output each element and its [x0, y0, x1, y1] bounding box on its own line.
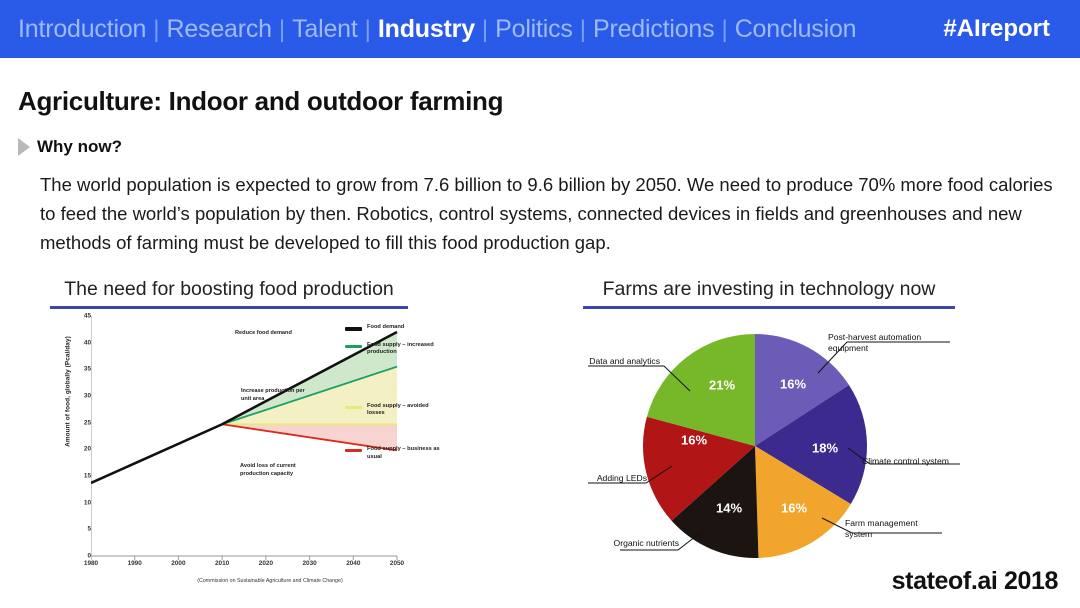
x-tick: 2040: [346, 560, 361, 567]
pie-label-adding-leds: Adding LEDs: [596, 473, 647, 483]
pie-value-climate-control: 18%: [811, 440, 839, 456]
y-tick: 15: [83, 472, 91, 480]
food-production-line-chart: Amount of food, globally (Pcal/day) 45 4…: [45, 312, 445, 591]
line-chart-legend: Food demand Food supply – increased prod…: [345, 324, 445, 471]
annotation-reduce-food-demand: Reduce food demand: [235, 330, 292, 336]
legend-item-increased-production: Food supply – increased production: [345, 342, 445, 357]
x-tick: 2000: [171, 560, 186, 567]
legend-swatch-icon: [345, 405, 362, 410]
pie-value-organic-nutrients: 14%: [715, 500, 743, 516]
y-tick: 10: [83, 499, 91, 507]
y-tick: 25: [83, 419, 91, 427]
legend-item-avoided-losses: Food supply – avoided losses: [345, 403, 445, 418]
top-navigation-bar: Introduction | Research | Talent | Indus…: [0, 0, 1080, 58]
why-now-heading: Why now?: [18, 137, 122, 157]
branding-label: stateof.ai 2018: [891, 567, 1059, 595]
nav-separator: |: [721, 15, 728, 43]
pie-value-farm-management: 16%: [780, 500, 808, 516]
legend-label: Food supply – business as usual: [367, 445, 440, 460]
legend-label: Food supply – avoided losses: [367, 402, 429, 417]
nav-separator: |: [153, 15, 160, 43]
body-paragraph: The world population is expected to grow…: [40, 174, 1053, 253]
legend-swatch-icon: [345, 448, 362, 453]
nav-separator: |: [481, 15, 489, 43]
legend-label: Food supply – increased production: [367, 341, 434, 356]
pie-label-farm-management: Farm management system: [845, 518, 918, 539]
annotation-increase-production: Increase production per unit area: [241, 388, 305, 402]
farm-technology-investment-pie-chart: Post-harvest automation equipment Climat…: [560, 318, 1020, 588]
nav-separator: |: [278, 15, 286, 43]
y-tick: 40: [83, 339, 91, 347]
triangle-bullet-icon: [18, 138, 30, 156]
left-panel-heading: The need for boosting food production: [50, 278, 408, 309]
y-tick: 45: [83, 312, 91, 320]
y-tick: 30: [83, 392, 91, 400]
pie-value-post-harvest: 16%: [779, 376, 807, 392]
nav-item-industry[interactable]: Industry: [378, 15, 475, 44]
report-hashtag: #AIreport: [943, 15, 1050, 42]
y-tick: 0: [87, 552, 91, 560]
nav-separator: |: [579, 15, 586, 43]
pie-value-adding-leds: 16%: [680, 432, 708, 448]
pie-label-organic-nutrients: Organic nutrients: [613, 538, 679, 548]
y-tick: 20: [83, 445, 91, 453]
x-tick: 2010: [214, 560, 230, 567]
y-tick: 5: [87, 525, 91, 533]
pie-value-data-analytics: 21%: [708, 377, 736, 393]
nav-item-predictions[interactable]: Predictions: [593, 15, 715, 44]
page-title: Agriculture: Indoor and outdoor farming: [18, 86, 504, 116]
x-tick: 1980: [83, 560, 99, 567]
pie-label-climate-control: Climate control system: [862, 456, 949, 466]
nav-item-introduction[interactable]: Introduction: [18, 15, 146, 44]
nav-item-talent[interactable]: Talent: [292, 15, 358, 44]
nav-item-conclusion[interactable]: Conclusion: [735, 15, 857, 44]
legend-swatch-icon: [345, 327, 362, 331]
legend-swatch-icon: [345, 344, 362, 349]
annotation-avoid-loss: Avoid loss of current production capacit…: [240, 463, 296, 477]
x-tick: 1990: [127, 560, 142, 567]
legend-item-business-as-usual: Food supply – business as usual: [345, 446, 445, 461]
nav-item-research[interactable]: Research: [166, 15, 272, 44]
pie-label-post-harvest: Post-harvest automation equipment: [828, 332, 922, 353]
y-tick: 35: [83, 365, 91, 373]
right-panel-heading: Farms are investing in technology now: [583, 278, 955, 309]
line-chart-y-ticks: 45 40 35 30 25 20 15 10 5 0: [63, 312, 91, 560]
x-tick: 2050: [389, 560, 405, 567]
nav-item-politics[interactable]: Politics: [495, 15, 573, 44]
pie-label-data-and-analytics: Data and analytics: [589, 356, 660, 366]
legend-label: Food demand: [367, 324, 405, 330]
line-chart-source-caption: (Commission on Sustainable Agriculture a…: [197, 578, 343, 584]
nav-separator: |: [364, 15, 371, 43]
why-now-label: Why now?: [37, 137, 122, 156]
x-tick: 2030: [302, 560, 317, 567]
x-tick: 2020: [258, 560, 273, 567]
line-chart-x-ticks: 1980 1990 2000 2010 2020 2030 2040 2050: [84, 560, 404, 580]
legend-item-food-demand: Food demand: [345, 324, 445, 332]
nav-items: Introduction | Research | Talent | Indus…: [18, 15, 943, 44]
